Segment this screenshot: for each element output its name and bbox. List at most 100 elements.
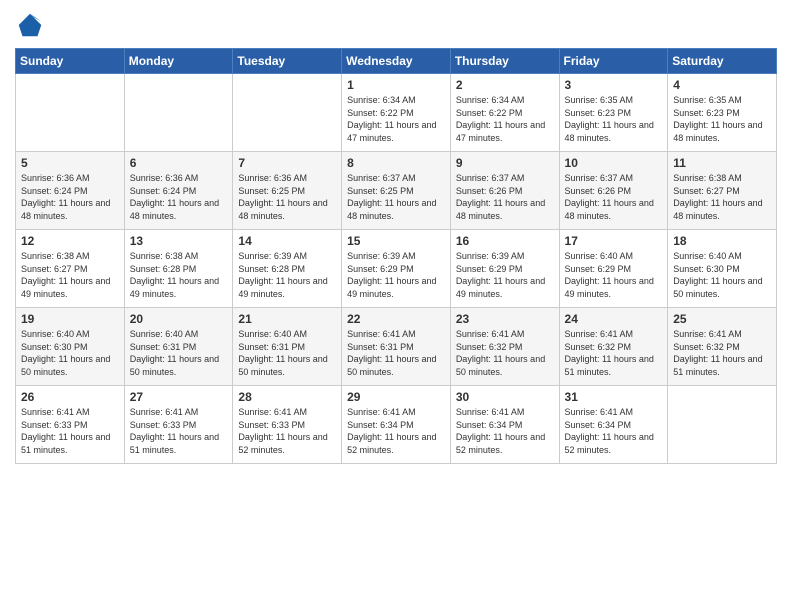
day-info: Sunrise: 6:38 AM Sunset: 6:28 PM Dayligh… [130,250,228,300]
sunrise-text: Sunrise: 6:38 AM [130,251,199,261]
day-info: Sunrise: 6:40 AM Sunset: 6:31 PM Dayligh… [238,328,336,378]
sunrise-text: Sunrise: 6:37 AM [456,173,525,183]
sunrise-text: Sunrise: 6:41 AM [347,329,416,339]
day-number: 27 [130,390,228,404]
logo-icon [15,10,45,40]
daylight-text: Daylight: 11 hours and 50 minutes. [130,354,219,377]
day-info: Sunrise: 6:41 AM Sunset: 6:31 PM Dayligh… [347,328,445,378]
day-number: 28 [238,390,336,404]
sunset-text: Sunset: 6:31 PM [238,342,305,352]
sunset-text: Sunset: 6:29 PM [565,264,632,274]
daylight-text: Daylight: 11 hours and 49 minutes. [130,276,219,299]
day-info: Sunrise: 6:38 AM Sunset: 6:27 PM Dayligh… [673,172,771,222]
weekday-header: Saturday [668,49,777,74]
daylight-text: Daylight: 11 hours and 50 minutes. [456,354,545,377]
day-info: Sunrise: 6:37 AM Sunset: 6:25 PM Dayligh… [347,172,445,222]
day-info: Sunrise: 6:41 AM Sunset: 6:32 PM Dayligh… [565,328,663,378]
day-number: 29 [347,390,445,404]
day-info: Sunrise: 6:37 AM Sunset: 6:26 PM Dayligh… [456,172,554,222]
calendar-cell: 12 Sunrise: 6:38 AM Sunset: 6:27 PM Dayl… [16,230,125,308]
daylight-text: Daylight: 11 hours and 49 minutes. [456,276,545,299]
calendar-cell: 31 Sunrise: 6:41 AM Sunset: 6:34 PM Dayl… [559,386,668,464]
daylight-text: Daylight: 11 hours and 51 minutes. [673,354,762,377]
weekday-header: Sunday [16,49,125,74]
sunset-text: Sunset: 6:27 PM [673,186,740,196]
sunset-text: Sunset: 6:26 PM [456,186,523,196]
daylight-text: Daylight: 11 hours and 52 minutes. [347,432,436,455]
calendar-cell: 23 Sunrise: 6:41 AM Sunset: 6:32 PM Dayl… [450,308,559,386]
calendar-cell: 25 Sunrise: 6:41 AM Sunset: 6:32 PM Dayl… [668,308,777,386]
daylight-text: Daylight: 11 hours and 48 minutes. [673,120,762,143]
sunset-text: Sunset: 6:22 PM [456,108,523,118]
calendar-cell: 5 Sunrise: 6:36 AM Sunset: 6:24 PM Dayli… [16,152,125,230]
calendar-cell [233,74,342,152]
day-number: 1 [347,78,445,92]
daylight-text: Daylight: 11 hours and 51 minutes. [21,432,110,455]
calendar-cell: 10 Sunrise: 6:37 AM Sunset: 6:26 PM Dayl… [559,152,668,230]
daylight-text: Daylight: 11 hours and 52 minutes. [238,432,327,455]
calendar-cell: 30 Sunrise: 6:41 AM Sunset: 6:34 PM Dayl… [450,386,559,464]
day-number: 22 [347,312,445,326]
calendar-cell: 6 Sunrise: 6:36 AM Sunset: 6:24 PM Dayli… [124,152,233,230]
sunset-text: Sunset: 6:27 PM [21,264,88,274]
day-number: 21 [238,312,336,326]
weekday-header: Tuesday [233,49,342,74]
sunset-text: Sunset: 6:22 PM [347,108,414,118]
day-number: 12 [21,234,119,248]
day-number: 11 [673,156,771,170]
day-info: Sunrise: 6:37 AM Sunset: 6:26 PM Dayligh… [565,172,663,222]
weekday-header: Wednesday [342,49,451,74]
header [15,10,777,40]
daylight-text: Daylight: 11 hours and 48 minutes. [347,198,436,221]
sunrise-text: Sunrise: 6:37 AM [565,173,634,183]
sunset-text: Sunset: 6:23 PM [565,108,632,118]
sunrise-text: Sunrise: 6:41 AM [347,407,416,417]
calendar-cell: 26 Sunrise: 6:41 AM Sunset: 6:33 PM Dayl… [16,386,125,464]
sunrise-text: Sunrise: 6:36 AM [21,173,90,183]
sunrise-text: Sunrise: 6:41 AM [565,407,634,417]
day-number: 24 [565,312,663,326]
calendar-cell: 20 Sunrise: 6:40 AM Sunset: 6:31 PM Dayl… [124,308,233,386]
calendar-week-row: 1 Sunrise: 6:34 AM Sunset: 6:22 PM Dayli… [16,74,777,152]
sunset-text: Sunset: 6:33 PM [130,420,197,430]
daylight-text: Daylight: 11 hours and 48 minutes. [238,198,327,221]
day-info: Sunrise: 6:41 AM Sunset: 6:34 PM Dayligh… [456,406,554,456]
daylight-text: Daylight: 11 hours and 50 minutes. [21,354,110,377]
sunrise-text: Sunrise: 6:40 AM [130,329,199,339]
logo [15,10,49,40]
sunrise-text: Sunrise: 6:37 AM [347,173,416,183]
sunset-text: Sunset: 6:32 PM [673,342,740,352]
daylight-text: Daylight: 11 hours and 48 minutes. [565,198,654,221]
daylight-text: Daylight: 11 hours and 52 minutes. [565,432,654,455]
sunrise-text: Sunrise: 6:38 AM [673,173,742,183]
day-number: 13 [130,234,228,248]
daylight-text: Daylight: 11 hours and 50 minutes. [673,276,762,299]
sunrise-text: Sunrise: 6:41 AM [130,407,199,417]
sunrise-text: Sunrise: 6:40 AM [565,251,634,261]
daylight-text: Daylight: 11 hours and 50 minutes. [238,354,327,377]
daylight-text: Daylight: 11 hours and 49 minutes. [347,276,436,299]
sunset-text: Sunset: 6:24 PM [21,186,88,196]
sunrise-text: Sunrise: 6:41 AM [673,329,742,339]
calendar-week-row: 26 Sunrise: 6:41 AM Sunset: 6:33 PM Dayl… [16,386,777,464]
day-info: Sunrise: 6:40 AM Sunset: 6:31 PM Dayligh… [130,328,228,378]
daylight-text: Daylight: 11 hours and 48 minutes. [456,198,545,221]
day-number: 15 [347,234,445,248]
sunrise-text: Sunrise: 6:39 AM [347,251,416,261]
calendar-cell: 9 Sunrise: 6:37 AM Sunset: 6:26 PM Dayli… [450,152,559,230]
calendar-cell: 24 Sunrise: 6:41 AM Sunset: 6:32 PM Dayl… [559,308,668,386]
calendar-cell: 18 Sunrise: 6:40 AM Sunset: 6:30 PM Dayl… [668,230,777,308]
sunset-text: Sunset: 6:30 PM [21,342,88,352]
calendar-week-row: 19 Sunrise: 6:40 AM Sunset: 6:30 PM Dayl… [16,308,777,386]
day-info: Sunrise: 6:41 AM Sunset: 6:32 PM Dayligh… [673,328,771,378]
day-info: Sunrise: 6:38 AM Sunset: 6:27 PM Dayligh… [21,250,119,300]
calendar-cell: 7 Sunrise: 6:36 AM Sunset: 6:25 PM Dayli… [233,152,342,230]
daylight-text: Daylight: 11 hours and 51 minutes. [130,432,219,455]
sunset-text: Sunset: 6:31 PM [130,342,197,352]
sunrise-text: Sunrise: 6:35 AM [673,95,742,105]
calendar-week-row: 5 Sunrise: 6:36 AM Sunset: 6:24 PM Dayli… [16,152,777,230]
day-number: 17 [565,234,663,248]
sunset-text: Sunset: 6:28 PM [130,264,197,274]
calendar-cell: 15 Sunrise: 6:39 AM Sunset: 6:29 PM Dayl… [342,230,451,308]
calendar-cell: 11 Sunrise: 6:38 AM Sunset: 6:27 PM Dayl… [668,152,777,230]
